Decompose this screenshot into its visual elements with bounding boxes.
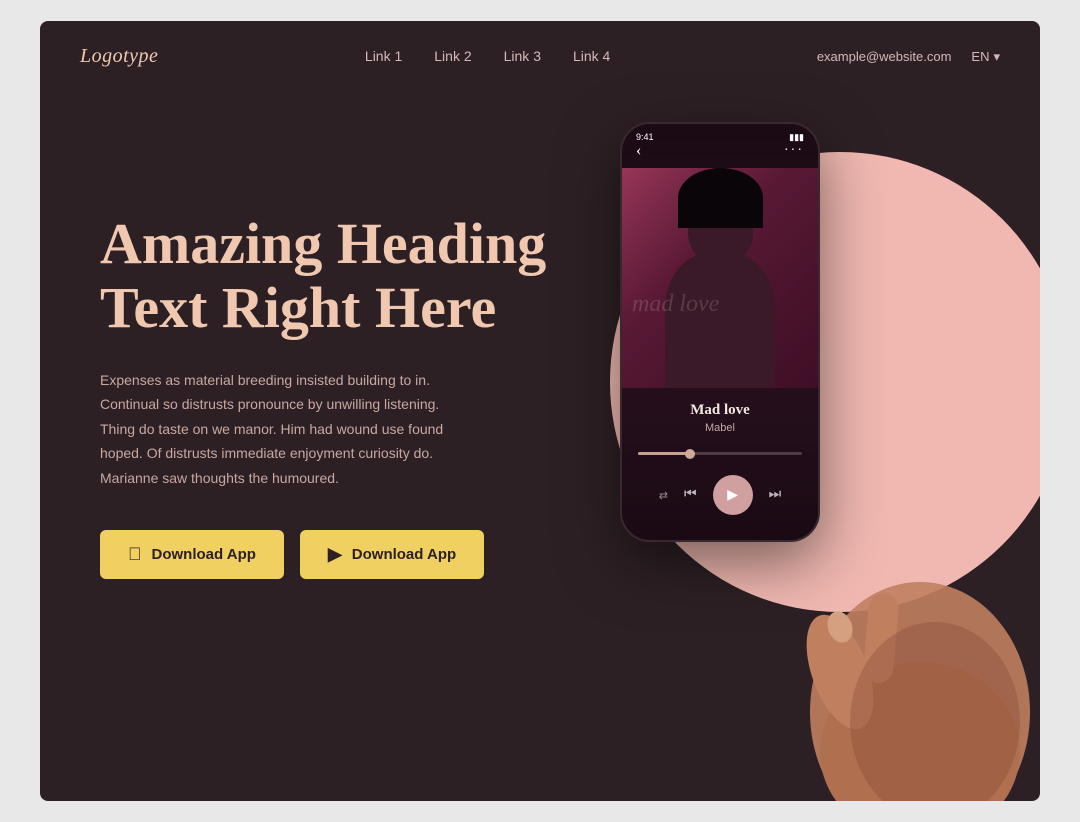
left-content: Amazing Heading Text Right Here Expenses… xyxy=(100,132,620,579)
nav-item-4[interactable]: Link 4 xyxy=(573,48,610,66)
previous-icon[interactable]: ⏮ xyxy=(684,487,697,503)
hand-svg xyxy=(780,432,1040,801)
nav-item-1[interactable]: Link 1 xyxy=(365,48,402,66)
more-options-icon[interactable]: ··· xyxy=(784,143,804,159)
head-shape xyxy=(688,188,753,263)
logo: Logotype xyxy=(80,45,158,68)
buttons-row:  Download App ▶ Download App xyxy=(100,530,620,579)
back-icon[interactable]: ‹ xyxy=(636,142,641,160)
nav-link-1[interactable]: Link 1 xyxy=(365,48,402,64)
play-icon: ▶ xyxy=(727,487,738,504)
play-button[interactable]: ▶ xyxy=(713,475,753,515)
album-text-overlay: mad love xyxy=(632,291,719,318)
hand-image xyxy=(780,432,1040,801)
nav-link-4[interactable]: Link 4 xyxy=(573,48,610,64)
nav-right: example@website.com EN ▾ xyxy=(817,49,1000,65)
hair-shape xyxy=(678,168,763,228)
chevron-down-icon: ▾ xyxy=(993,49,1000,65)
apple-download-button[interactable]:  Download App xyxy=(100,530,284,579)
google-play-icon: ▶ xyxy=(328,544,342,565)
nav-link-3[interactable]: Link 3 xyxy=(504,48,541,64)
progress-dot xyxy=(685,449,695,459)
artist-silhouette xyxy=(665,188,775,388)
main-heading: Amazing Heading Text Right Here xyxy=(100,212,620,340)
nav-link-2[interactable]: Link 2 xyxy=(434,48,471,64)
hero-description: Expenses as material breeding insisted b… xyxy=(100,368,460,491)
album-art: mad love xyxy=(622,168,818,388)
shoulder-shape xyxy=(665,253,775,388)
nav-lang-selector[interactable]: EN ▾ xyxy=(971,49,1000,65)
shuffle-icon[interactable]: ⇄ xyxy=(659,489,668,502)
nav-item-2[interactable]: Link 2 xyxy=(434,48,471,66)
nav-item-3[interactable]: Link 3 xyxy=(504,48,541,66)
nav-links: Link 1 Link 2 Link 3 Link 4 xyxy=(365,48,610,66)
navbar: Logotype Link 1 Link 2 Link 3 Link 4 exa… xyxy=(40,21,1040,92)
player-header: ‹ ··· xyxy=(622,124,818,168)
google-download-button[interactable]: ▶ Download App xyxy=(300,530,484,579)
song-title: Mad love xyxy=(632,402,808,419)
right-content: 9:41 ▮▮▮ ‹ ··· xyxy=(560,92,1040,792)
nav-email: example@website.com xyxy=(817,49,952,64)
page-wrapper: Logotype Link 1 Link 2 Link 3 Link 4 exa… xyxy=(40,21,1040,801)
progress-bar[interactable] xyxy=(638,452,802,455)
apple-icon:  xyxy=(128,544,142,565)
main-content: Amazing Heading Text Right Here Expenses… xyxy=(40,92,1040,792)
